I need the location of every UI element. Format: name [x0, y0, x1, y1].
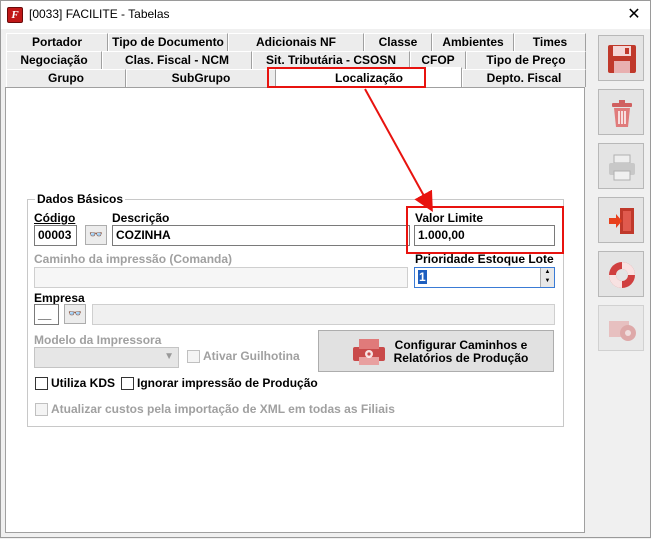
annotation-arrow	[364, 88, 433, 213]
application-window: F [0033] FACILITE - Tabelas ✕ Portador T…	[0, 0, 651, 538]
